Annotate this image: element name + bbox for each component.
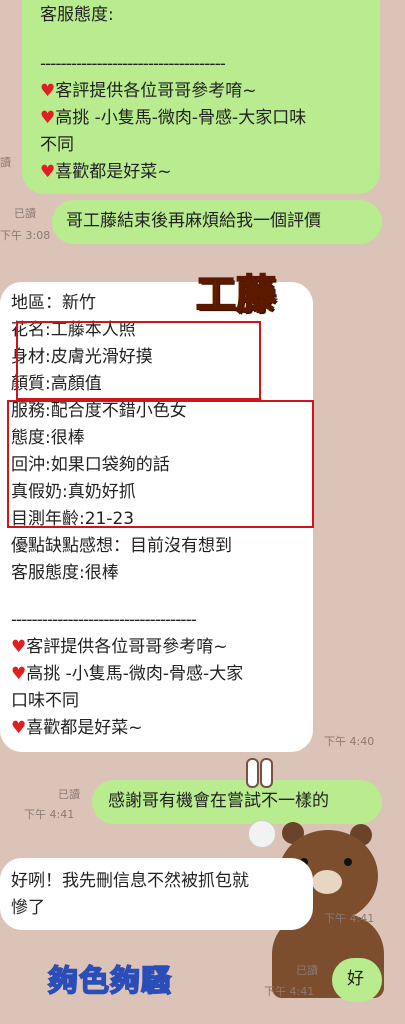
timestamp: 下午 3:08	[0, 229, 51, 242]
heart-icon: ♥	[11, 637, 27, 657]
message-bubble-reply[interactable]: 好咧！我先刪信息不然被抓包就 慘了	[0, 858, 313, 930]
message-bubble-rate-request[interactable]: 哥工藤結束後再麻煩給我一個評價	[52, 200, 382, 244]
read-receipt: 已讀	[14, 207, 36, 220]
highlight-box-service	[7, 400, 314, 528]
bunny-ears-decoration	[244, 758, 274, 788]
timestamp: 下午 4:41	[24, 808, 75, 821]
heart-icon: ♥	[40, 81, 56, 101]
review-line: 優點缺點感想：目前沒有想到	[11, 536, 232, 556]
list-item: ♥客評提供各位哥哥參考唷~	[11, 637, 228, 657]
read-receipt: 已讀	[58, 788, 80, 801]
heart-icon: ♥	[40, 162, 56, 182]
heart-icon: ♥	[11, 718, 27, 738]
list-item: 口味不同	[11, 691, 79, 711]
divider: ------------------------------------	[11, 610, 197, 630]
divider: ------------------------------------	[40, 54, 226, 74]
heart-icon: ♥	[40, 108, 56, 128]
sticker-name-graphic: 工藤	[195, 271, 277, 319]
balloon-decoration	[248, 820, 276, 848]
heart-icon: ♥	[11, 664, 27, 684]
message-bubble-ok[interactable]: 好	[332, 958, 382, 1002]
line-service-attitude: 客服態度:	[40, 5, 114, 25]
highlight-box-profile	[16, 321, 261, 400]
read-receipt: 已讀	[296, 964, 318, 977]
list-item: 不同	[40, 135, 74, 155]
top-message-bubble[interactable]: 客服態度: ----------------------------------…	[22, 0, 380, 194]
review-line: 客服態度:很棒	[11, 563, 119, 583]
watermark-logo: 夠色夠騷	[47, 963, 172, 1000]
timestamp: 下午 4:41	[324, 912, 375, 925]
read-receipt-partial: 讀	[0, 156, 11, 169]
list-item: ♥喜歡都是好菜~	[40, 162, 172, 182]
message-text: 慘了	[11, 898, 45, 918]
message-text: 感謝哥有機會在嘗試不一樣的	[108, 791, 329, 811]
list-item: ♥喜歡都是好菜~	[11, 718, 143, 738]
list-item: ♥高挑 -小隻馬-微肉-骨感-大家口味	[40, 108, 307, 128]
list-item: ♥客評提供各位哥哥參考唷~	[40, 81, 257, 101]
message-text: 好	[347, 969, 364, 989]
timestamp: 下午 4:41	[264, 985, 315, 998]
message-text: 好咧！我先刪信息不然被抓包就	[11, 871, 249, 891]
list-item: ♥高挑 -小隻馬-微肉-骨感-大家	[11, 664, 244, 684]
message-text: 哥工藤結束後再麻煩給我一個評價	[66, 211, 321, 231]
timestamp: 下午 4:40	[324, 735, 375, 748]
